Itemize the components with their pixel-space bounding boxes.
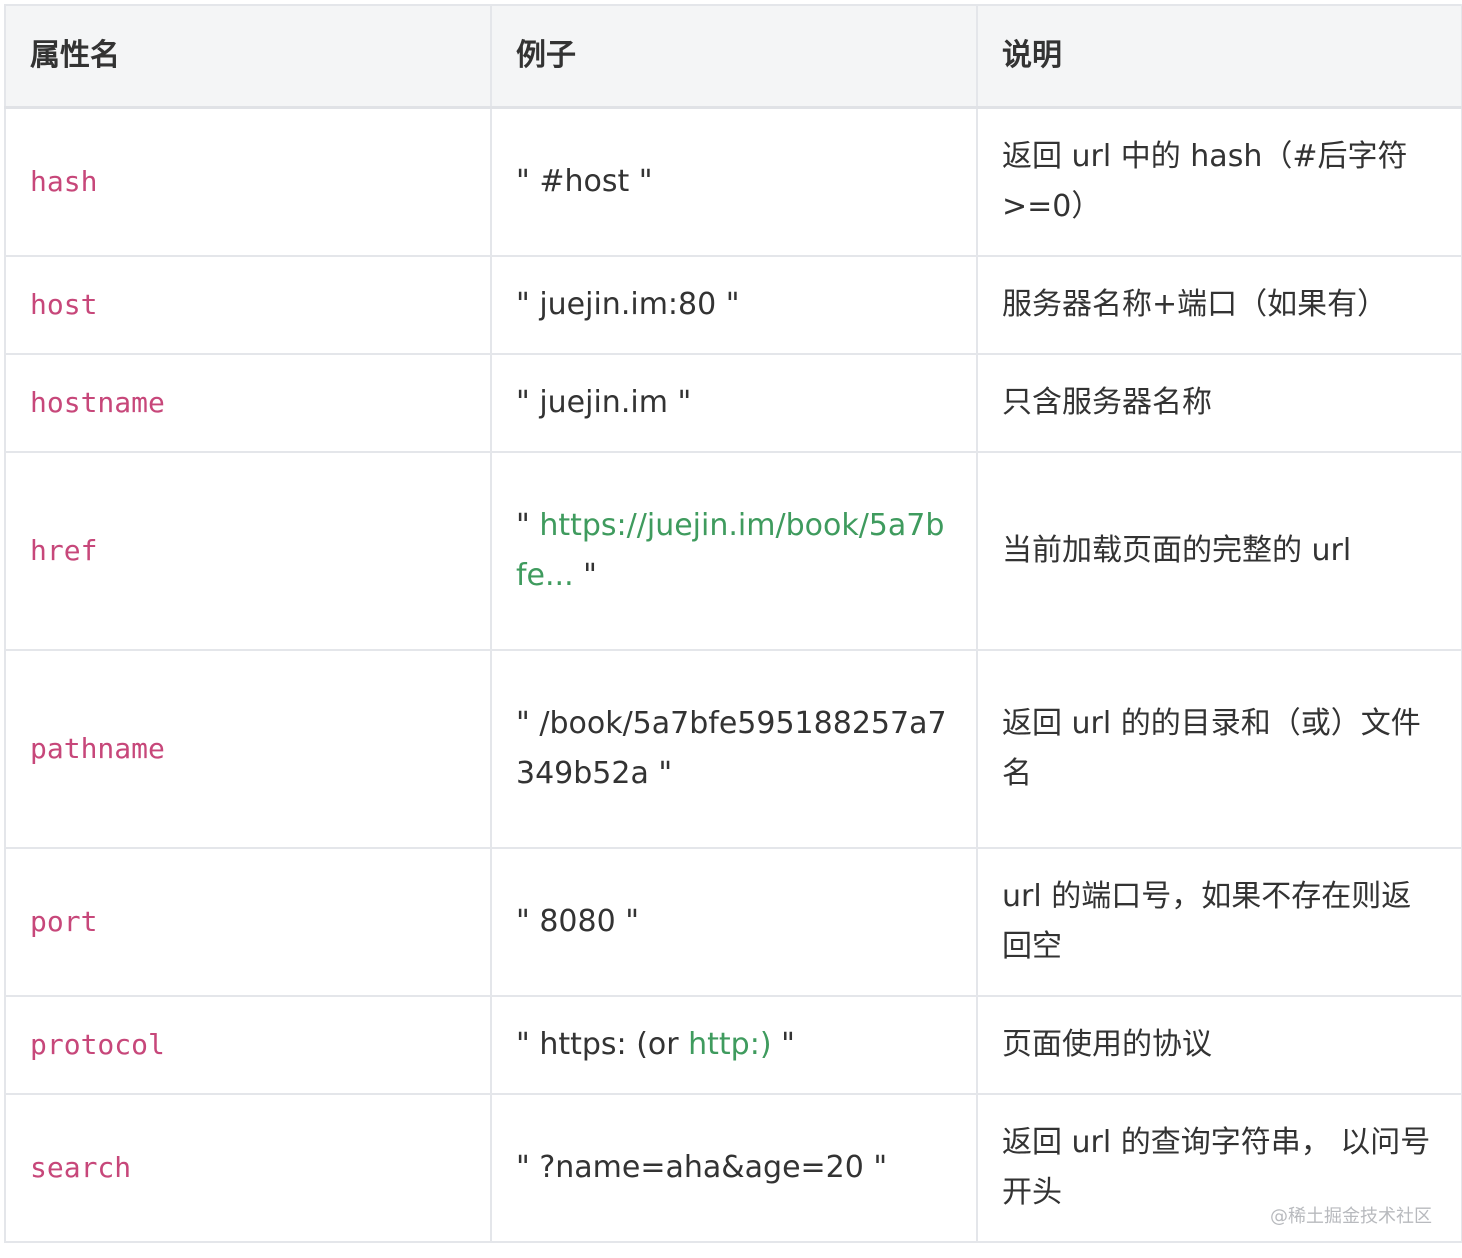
property-example: " https://juejin.im/book/5a7bfe... "	[490, 451, 978, 651]
table-row: search " ?name=aha&age=20 " 返回 url 的查询字符…	[4, 1093, 1462, 1243]
property-name: protocol	[4, 995, 492, 1095]
property-name: search	[4, 1093, 492, 1243]
property-example: " #host "	[490, 106, 978, 257]
property-description: 只含服务器名称	[976, 353, 1462, 453]
property-example: " https: (or http:) "	[490, 995, 978, 1095]
table-row: protocol " https: (or http:) " 页面使用的协议	[4, 995, 1462, 1095]
property-example: " /book/5a7bfe595188257a7349b52a "	[490, 649, 978, 849]
example-suffix: "	[771, 1027, 795, 1062]
property-name: port	[4, 847, 492, 997]
properties-table: 属性名 例子 说明 hash " #host " 返回 url 中的 hash（…	[4, 4, 1462, 1243]
table-row: host " juejin.im:80 " 服务器名称+端口（如果有）	[4, 255, 1462, 355]
example-link[interactable]: http:)	[688, 1027, 771, 1062]
property-name: host	[4, 255, 492, 355]
table-row: port " 8080 " url 的端口号，如果不存在则返回空	[4, 847, 1462, 997]
example-suffix: "	[573, 558, 597, 593]
table-row: hostname " juejin.im " 只含服务器名称	[4, 353, 1462, 453]
table-row: href " https://juejin.im/book/5a7bfe... …	[4, 451, 1462, 651]
header-example: 例子	[490, 4, 978, 109]
table-row: pathname " /book/5a7bfe595188257a7349b52…	[4, 649, 1462, 849]
property-description: url 的端口号，如果不存在则返回空	[976, 847, 1462, 997]
table-row: hash " #host " 返回 url 中的 hash（#后字符 >=0）	[4, 106, 1462, 257]
property-description: 当前加载页面的完整的 url	[976, 451, 1462, 651]
property-description: 返回 url 中的 hash（#后字符 >=0）	[976, 106, 1462, 257]
property-name: hash	[4, 106, 492, 257]
property-name: hostname	[4, 353, 492, 453]
property-example: " 8080 "	[490, 847, 978, 997]
header-name: 属性名	[4, 4, 492, 109]
property-example: " ?name=aha&age=20 "	[490, 1093, 978, 1243]
property-description: 返回 url 的的目录和（或）文件名	[976, 649, 1462, 849]
property-example: " juejin.im "	[490, 353, 978, 453]
property-description: 服务器名称+端口（如果有）	[976, 255, 1462, 355]
property-description: 页面使用的协议	[976, 995, 1462, 1095]
example-prefix: "	[516, 508, 540, 543]
header-description: 说明	[976, 4, 1462, 109]
table-header-row: 属性名 例子 说明	[4, 4, 1462, 109]
property-name: pathname	[4, 649, 492, 849]
property-name: href	[4, 451, 492, 651]
example-prefix: " https: (or	[516, 1027, 689, 1062]
watermark: @稀土掘金技术社区	[1270, 1206, 1432, 1227]
property-example: " juejin.im:80 "	[490, 255, 978, 355]
